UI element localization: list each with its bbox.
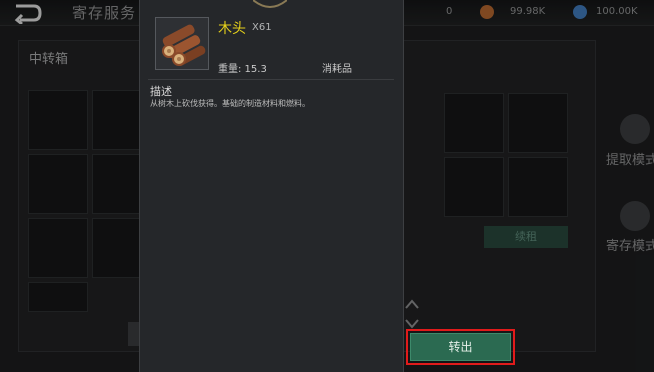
wood-logs-icon bbox=[162, 24, 206, 66]
item-weight: 重量: 15.3 bbox=[218, 64, 267, 75]
item-icon-frame bbox=[155, 17, 209, 70]
item-name: 木头 bbox=[218, 21, 246, 37]
description-text: 从树木上砍伐获得。基础的制造材料和燃料。 bbox=[150, 99, 310, 108]
panel-ornament-icon bbox=[253, 0, 287, 8]
item-type: 消耗品 bbox=[322, 64, 352, 75]
transfer-out-button[interactable]: 转出 bbox=[410, 333, 511, 361]
divider bbox=[148, 79, 394, 80]
description-title: 描述 bbox=[150, 85, 172, 98]
item-count: X61 bbox=[252, 22, 272, 33]
